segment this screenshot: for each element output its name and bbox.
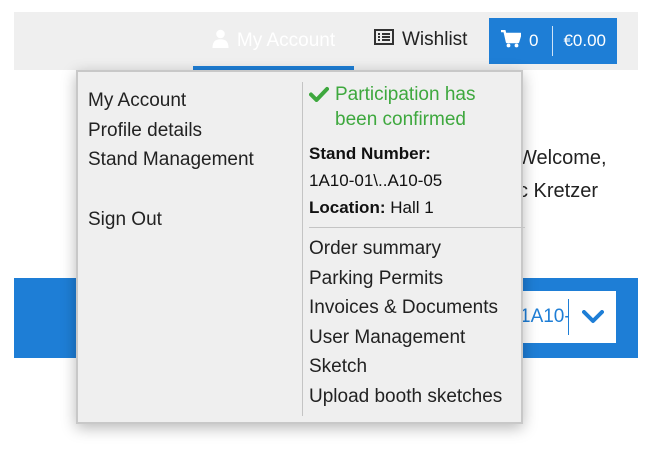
cart-count: 0 — [529, 31, 539, 50]
menu-vertical-divider — [302, 82, 303, 416]
cart-total: €0.00 — [563, 31, 607, 50]
stand-info: Stand Number: 1A10-01\..A10-05 Location:… — [309, 140, 521, 221]
welcome-line-2: c Kretzer — [518, 180, 599, 202]
wishlist-label: Wishlist — [402, 29, 468, 50]
cart-divider — [552, 26, 554, 56]
location-label: Location: — [309, 198, 386, 217]
my-account-nav-item[interactable]: My Account — [193, 12, 354, 70]
list-icon — [374, 29, 394, 51]
menu-horizontal-divider — [309, 227, 525, 228]
participation-status-text: Participation has been confirmed — [335, 84, 476, 130]
menu-item-order-summary[interactable]: Order summary — [309, 234, 521, 264]
menu-item-sketch[interactable]: Sketch — [309, 352, 521, 382]
wishlist-nav-item[interactable]: Wishlist — [374, 24, 467, 56]
menu-item-user-management[interactable]: User Management — [309, 323, 521, 353]
stand-selector-dropdown[interactable]: 1A10-01 — [510, 291, 616, 343]
menu-item-profile-details[interactable]: Profile details — [88, 116, 298, 146]
my-account-nav-label: My Account — [236, 30, 336, 51]
menu-item-my-account[interactable]: My Account — [88, 86, 298, 116]
account-dropdown-menu: My Account Profile details Stand Managem… — [76, 70, 525, 424]
menu-spacer — [88, 175, 298, 205]
chevron-down-icon[interactable] — [569, 310, 616, 324]
participation-status: Participation has been confirmed — [309, 82, 521, 132]
check-icon — [309, 82, 329, 132]
location-value: Hall 1 — [390, 198, 434, 217]
user-icon — [212, 29, 229, 54]
welcome-message: Welcome, c Kretzer — [518, 142, 607, 208]
stand-number-label: Stand Number: — [309, 144, 431, 163]
menu-item-stand-management[interactable]: Stand Management — [88, 145, 298, 175]
stand-number-value: 1A10-01\..A10-05 — [309, 171, 443, 190]
menu-item-invoices-documents[interactable]: Invoices & Documents — [309, 293, 521, 323]
account-menu-left-column: My Account Profile details Stand Managem… — [88, 86, 298, 234]
welcome-line-1: Welcome, — [518, 147, 607, 169]
menu-item-upload-booth-sketches[interactable]: Upload booth sketches — [309, 382, 521, 412]
menu-item-parking-permits[interactable]: Parking Permits — [309, 264, 521, 294]
menu-item-sign-out[interactable]: Sign Out — [88, 205, 298, 235]
cart-button[interactable]: 0 €0.00 — [489, 18, 617, 64]
account-menu-right-column: Participation has been confirmed Stand N… — [309, 82, 525, 412]
cart-icon — [501, 29, 522, 53]
